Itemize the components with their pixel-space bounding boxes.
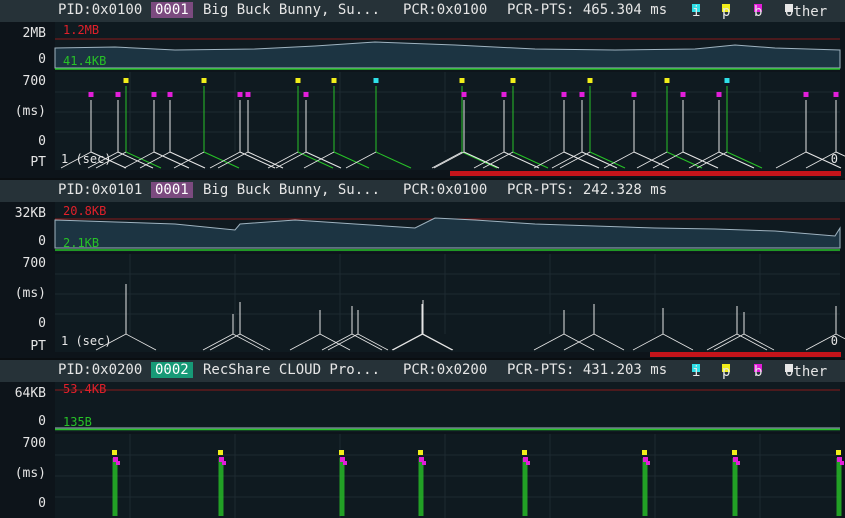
ms-axis-max: 700: [22, 256, 46, 271]
ms-axis-unit: (ms): [14, 466, 46, 481]
frame-timing-graph: [55, 72, 840, 152]
bitrate-graph: 1.2MB 41.4KB: [54, 22, 841, 70]
rate-axis-min: 0: [38, 414, 46, 429]
pt-axis-label: PT: [30, 339, 46, 354]
service-name: Big Buck Bunny, Su...: [203, 2, 381, 18]
frame-timing-graph: [55, 434, 844, 518]
pts-timeline-svg: [95, 333, 845, 351]
frame-timing-svg: [55, 72, 840, 152]
ms-axis-min: 0: [38, 316, 46, 331]
rate-axis-max: 64KB: [14, 386, 46, 401]
pts-timeline-svg: [60, 151, 845, 169]
pcr-pid-label: PCR:0x0100: [403, 2, 488, 18]
pcr-pts-label: PCR-PTS: 242.328 ms: [507, 182, 668, 198]
rate-peak-label: 53.4KB: [63, 382, 107, 396]
rate-low-label: 2.1KB: [63, 236, 100, 250]
rate-peak-label: 20.8KB: [63, 204, 107, 218]
pid-label: PID:0x0200: [58, 362, 143, 378]
pid-label: PID:0x0101: [58, 182, 143, 198]
bitrate-svg: [55, 389, 840, 431]
bitrate-svg: [54, 217, 841, 251]
pcr-pid-label: PCR:0x0200: [403, 362, 488, 378]
stream-panel-data: PID:0x0200 0002 RecShare CLOUD Pro... PC…: [0, 360, 845, 518]
pts-right-label: 0: [830, 152, 838, 166]
ms-axis-unit: (ms): [14, 104, 46, 119]
bitrate-graph: 53.4KB 135B: [55, 382, 840, 432]
frame-timing-graph: [55, 254, 840, 334]
bitrate-area: [54, 41, 841, 69]
service-name: Big Buck Bunny, Su...: [203, 182, 381, 198]
pts-left-label: 1 (sec): [61, 152, 112, 166]
panel-header: PID:0x0200 0002 RecShare CLOUD Pro... PC…: [0, 360, 845, 382]
frame-timing-svg: [55, 254, 840, 334]
service-name: RecShare CLOUD Pro...: [203, 362, 381, 378]
rate-low-label: 135B: [63, 415, 92, 429]
panel-header: PID:0x0100 0001 Big Buck Bunny, Su... PC…: [0, 0, 845, 22]
program-badge: 0001: [151, 182, 193, 198]
ms-axis-max: 700: [22, 74, 46, 89]
rate-axis-max: 32KB: [14, 206, 46, 221]
program-badge: 0001: [151, 2, 193, 18]
buffer-bar: [650, 352, 841, 357]
program-badge: 0002: [151, 362, 193, 378]
rate-axis-max: 2MB: [22, 26, 46, 41]
rate-axis-min: 0: [38, 52, 46, 67]
pts-left-label: 1 (sec): [61, 334, 112, 348]
pts-right-label: 0: [830, 334, 838, 348]
ms-axis-min: 0: [38, 496, 46, 511]
bitrate-area: [54, 217, 841, 249]
ms-axis-min: 0: [38, 134, 46, 149]
pts-timeline: 1 (sec) 0: [55, 151, 845, 170]
frame-timing-svg: [55, 434, 844, 518]
ms-axis-max: 700: [22, 436, 46, 451]
stream-panel-audio: PID:0x0101 0001 Big Buck Bunny, Su... PC…: [0, 180, 845, 358]
ms-axis-unit: (ms): [14, 286, 46, 301]
pts-timeline: 1 (sec) 0: [55, 333, 845, 352]
bitrate-graph: 20.8KB 2.1KB: [54, 202, 841, 252]
pcr-pts-label: PCR-PTS: 431.203 ms: [507, 362, 668, 378]
rate-axis-min: 0: [38, 234, 46, 249]
pcr-pid-label: PCR:0x0100: [403, 182, 488, 198]
pid-label: PID:0x0100: [58, 2, 143, 18]
rate-peak-label: 1.2MB: [63, 23, 100, 37]
bitrate-svg: [54, 38, 841, 70]
pcr-pts-label: PCR-PTS: 465.304 ms: [507, 2, 668, 18]
pt-axis-label: PT: [30, 155, 46, 170]
stream-panel-video: PID:0x0100 0001 Big Buck Bunny, Su... PC…: [0, 0, 845, 178]
rate-low-label: 41.4KB: [63, 54, 107, 68]
panel-header: PID:0x0101 0001 Big Buck Bunny, Su... PC…: [0, 180, 845, 202]
buffer-bar: [450, 171, 841, 176]
